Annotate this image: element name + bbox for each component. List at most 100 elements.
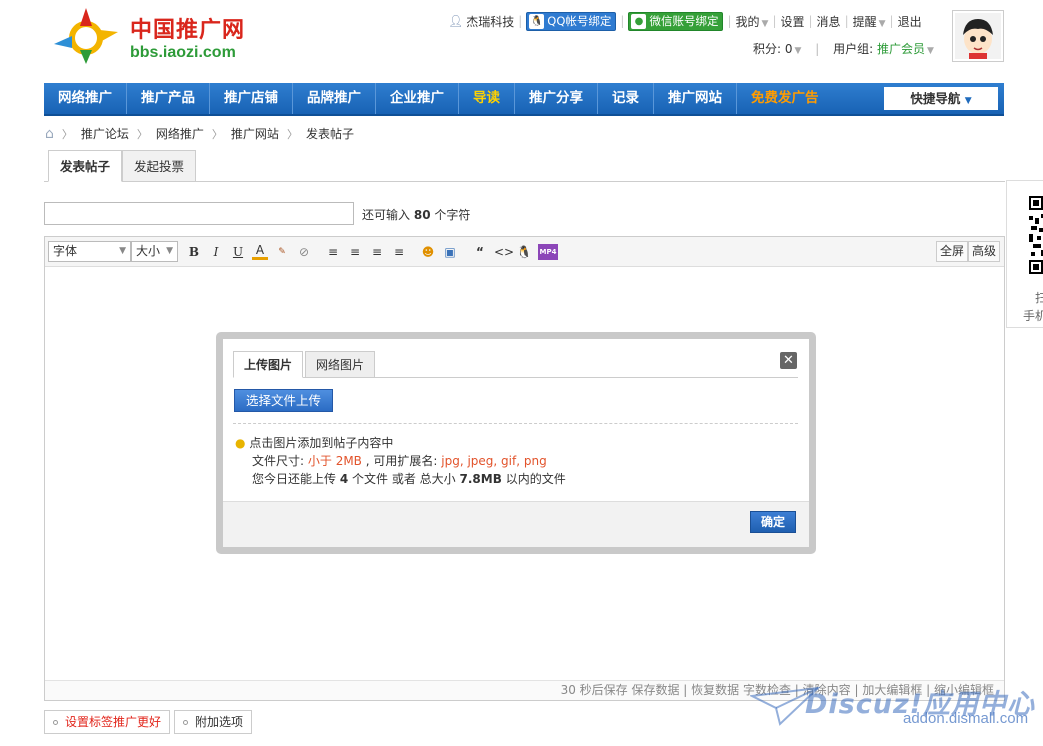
quota-suffix: 以内的文件 xyxy=(505,472,566,486)
chevron-down-icon: ▼ xyxy=(964,96,972,106)
group-menu[interactable]: 推广会员 ▼ xyxy=(877,42,934,56)
chevron-down-icon: ▼ xyxy=(927,46,934,56)
align-justify-icon[interactable]: ≡ xyxy=(347,244,363,260)
nav-item-guide[interactable]: 导读 xyxy=(459,83,515,114)
remind-menu[interactable]: 提醒 ▼ xyxy=(853,13,886,30)
code-icon[interactable]: <> xyxy=(494,244,514,260)
align-center-icon[interactable]: ≡ xyxy=(369,244,385,260)
chevron-down-icon: ▼ xyxy=(794,46,802,56)
extra-options-button[interactable]: 附加选项 xyxy=(174,710,253,734)
link-icon[interactable]: ⊘ xyxy=(296,244,312,260)
settings-link[interactable]: 设置 xyxy=(780,13,804,30)
user-icon: 👤︎ xyxy=(448,14,464,28)
divider xyxy=(233,423,798,424)
nav-item[interactable]: 推广网站 xyxy=(654,83,737,114)
quick-nav-label: 快捷导航 xyxy=(910,91,961,106)
divider: | xyxy=(815,42,820,56)
nav-item[interactable]: 企业推广 xyxy=(376,83,459,114)
size-select[interactable]: 大小 ▼ xyxy=(131,241,178,262)
logo-domain: bbs.iaozi.com xyxy=(130,44,236,61)
close-icon[interactable]: ✕ xyxy=(780,352,797,369)
username-link[interactable]: 杰瑞科技 xyxy=(466,13,514,30)
align-left-icon[interactable]: ≡ xyxy=(325,244,341,260)
quota-prefix: 您今日还能上传 xyxy=(252,472,337,486)
tab-new-poll[interactable]: 发起投票 xyxy=(122,150,197,182)
font-color-icon[interactable]: A xyxy=(252,244,268,260)
mp4-icon[interactable]: MP4 xyxy=(538,244,558,260)
subject-input[interactable] xyxy=(44,202,354,225)
nav-item[interactable]: 记录 xyxy=(598,83,654,114)
wechat-bind-button[interactable]: ● 微信账号绑定 xyxy=(628,11,724,31)
breadcrumb-current: 发表帖子 xyxy=(305,127,354,141)
select-file-upload-button[interactable]: 选择文件上传 xyxy=(234,389,333,412)
divider: | xyxy=(518,14,523,28)
divider: | xyxy=(620,14,625,28)
upload-info: ● 点击图片添加到帖子内容中 文件尺寸: 小于 2MB , 可用扩展名: jpg… xyxy=(235,434,566,488)
align-right-icon[interactable]: ≡ xyxy=(391,244,407,260)
qq-bind-label: QQ帐号绑定 xyxy=(547,14,612,28)
quick-nav-button[interactable]: 快捷导航 ▼ xyxy=(884,87,998,110)
logout-link[interactable]: 退出 xyxy=(898,13,922,30)
quote-icon[interactable]: “ xyxy=(472,244,488,260)
qq-icon[interactable]: 🐧 xyxy=(516,244,532,260)
main-nav: 网络推广 推广产品 推广店铺 品牌推广 企业推广 导读 推广分享 记录 推广网站… xyxy=(44,83,1004,116)
ext-label: , 可用扩展名: xyxy=(365,454,438,468)
char-count-hint: 还可输入 80 个字符 xyxy=(362,206,470,223)
my-menu[interactable]: 我的 ▼ xyxy=(736,13,769,30)
smiley-icon[interactable]: ☻ xyxy=(420,244,436,260)
nav-item-free-ads[interactable]: 免费发广告 xyxy=(737,83,833,114)
highlight-icon[interactable]: ✎ xyxy=(274,244,290,260)
quota-mid: 个文件 或者 总大小 xyxy=(352,472,456,486)
size-limit: 小于 2MB xyxy=(307,454,362,468)
info-line1: 点击图片添加到帖子内容中 xyxy=(249,436,394,450)
allowed-extensions: jpg, jpeg, gif, png xyxy=(441,454,547,468)
confirm-button[interactable]: 确定 xyxy=(750,511,796,533)
chevron-down-icon: ▼ xyxy=(878,18,886,29)
underline-icon[interactable]: U xyxy=(230,244,246,260)
divider: | xyxy=(808,14,813,28)
tab-new-thread[interactable]: 发表帖子 xyxy=(48,150,123,182)
nav-item[interactable]: 推广分享 xyxy=(515,83,598,114)
tab-upload-image[interactable]: 上传图片 xyxy=(233,351,304,378)
messages-link[interactable]: 消息 xyxy=(817,13,841,30)
italic-icon[interactable]: I xyxy=(208,244,224,260)
watermark: Discuz!应用中心 addon.dismall.com xyxy=(750,680,1040,740)
chevron-right-icon: 〉 xyxy=(211,127,223,141)
points-label: 积分: 0 xyxy=(753,42,793,56)
qq-bind-button[interactable]: 🐧 QQ帐号绑定 xyxy=(526,11,617,31)
qr-label-2: 手机 xyxy=(1023,309,1043,323)
qq-icon: 🐧 xyxy=(529,13,545,29)
points-menu[interactable]: 积分: 0 ▼ xyxy=(753,42,801,56)
breadcrumb-item[interactable]: 推广网站 xyxy=(231,125,279,142)
my-label: 我的 xyxy=(735,14,760,29)
char-hint-prefix: 还可输入 xyxy=(362,208,411,222)
breadcrumb-item[interactable]: 推广论坛 xyxy=(81,125,129,142)
fullscreen-button[interactable]: 全屏 xyxy=(936,241,969,262)
qr-label-1: 扫 xyxy=(1035,291,1043,305)
nav-item[interactable]: 推广店铺 xyxy=(210,83,293,114)
avatar[interactable] xyxy=(952,10,1004,62)
home-icon[interactable]: ⌂ xyxy=(45,126,54,142)
watermark-url: addon.dismall.com xyxy=(903,710,1029,727)
breadcrumb: ⌂ 〉 推广论坛 〉 网络推广 〉 推广网站 〉 发表帖子 xyxy=(45,125,354,142)
advanced-button[interactable]: 高级 xyxy=(968,241,1001,262)
bold-icon[interactable]: B xyxy=(186,244,202,260)
nav-item[interactable]: 网络推广 xyxy=(44,83,127,114)
chevron-right-icon: 〉 xyxy=(136,127,148,141)
qr-code-panel[interactable]: 扫 手机 xyxy=(1006,180,1043,328)
divider: | xyxy=(889,14,894,28)
image-icon[interactable]: ▣ xyxy=(442,244,458,260)
chevron-down-icon: ▼ xyxy=(166,246,173,256)
lightbulb-icon: ● xyxy=(235,436,246,450)
site-logo[interactable]: 中国推广网 bbs.iaozi.com xyxy=(46,4,246,68)
tab-web-image[interactable]: 网络图片 xyxy=(305,351,376,378)
wechat-bind-label: 微信账号绑定 xyxy=(649,14,719,28)
nav-item[interactable]: 品牌推广 xyxy=(293,83,376,114)
nav-item[interactable]: 推广产品 xyxy=(127,83,210,114)
breadcrumb-item[interactable]: 网络推广 xyxy=(156,125,204,142)
divider: | xyxy=(844,14,849,28)
font-select[interactable]: 字体 ▼ xyxy=(48,241,131,262)
char-hint-suffix: 个字符 xyxy=(434,208,471,222)
set-tags-button[interactable]: 设置标签推广更好 xyxy=(44,710,171,734)
chevron-down-icon: ▼ xyxy=(761,18,769,29)
